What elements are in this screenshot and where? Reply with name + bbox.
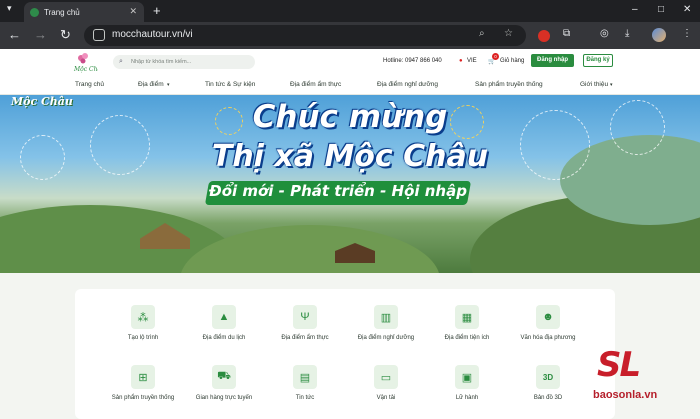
people-icon: ☻ [536, 305, 560, 329]
service-utility-places[interactable]: ▦ Địa điểm tiện ích [432, 305, 502, 342]
service-travel[interactable]: ▣ Lữ hành [432, 365, 502, 402]
new-tab-button[interactable]: + [153, 3, 161, 18]
minimize-icon[interactable]: – [632, 4, 638, 15]
banner-title-line1: Chúc mừng [252, 99, 448, 135]
service-label: Sản phẩm truyền thống [111, 395, 175, 401]
service-create-route[interactable]: ⁂ Tạo lộ trình [108, 305, 178, 342]
profile-avatar[interactable] [652, 28, 666, 42]
download-icon[interactable]: ⤓ [625, 28, 629, 39]
search-icon: ⌕ [119, 58, 123, 65]
travel-icon: ▣ [455, 365, 479, 389]
back-icon[interactable]: ← [8, 28, 21, 42]
building-icon: ▦ [455, 305, 479, 329]
browser-toolbar: ← → ↻ mocchautour.vn/vi ⌕ ☆ ⧉ ◎ ⤓ ⋮ [0, 22, 700, 49]
extensions-puzzle-icon[interactable]: ⧉ [563, 28, 570, 39]
register-button[interactable]: Đăng ký [583, 54, 613, 67]
zoom-search-icon[interactable]: ⌕ [479, 28, 485, 39]
service-label: Bản đồ 3D [533, 395, 563, 401]
hero-banner[interactable]: Mộc Châu Chúc mừng Thị xã Mộc Châu Đổi m… [0, 95, 700, 273]
services-card: ⁂ Tạo lộ trình ▲ Địa điểm du lịch Ψ Địa … [75, 289, 615, 419]
address-bar[interactable]: mocchautour.vn/vi ⌕ ☆ [84, 25, 526, 46]
cart-icon: ⛟ [212, 365, 236, 389]
svg-text:Mộc Châu: Mộc Châu [73, 66, 98, 73]
site-header: Mộc Châu ⌕ Nhập từ khóa tìm kiếm... Hotl… [0, 49, 700, 95]
map-3d-icon: 3D [536, 365, 560, 389]
close-tab-icon[interactable]: ✕ [129, 6, 137, 17]
bus-icon: ▭ [374, 365, 398, 389]
site-favicon [30, 7, 39, 17]
vietnam-flag-icon: ● [459, 58, 463, 64]
browser-tab[interactable]: Trang chủ ✕ [24, 2, 144, 22]
url-text[interactable]: mocchautour.vn/vi [112, 29, 193, 40]
service-label: Địa điểm ẩm thực [281, 335, 329, 341]
service-label: Gian hàng trực tuyến [195, 395, 253, 401]
service-resort-places[interactable]: ▥ Địa điểm nghỉ dưỡng [351, 305, 421, 342]
watermark-logo: SL [597, 345, 641, 385]
service-label: Địa điểm nghỉ dưỡng [357, 335, 415, 341]
nav-item-products[interactable]: Sản phẩm truyền thống [475, 81, 543, 88]
service-online-store[interactable]: ⛟ Gian hàng trực tuyến [189, 365, 259, 402]
banner-slogan: Đổi mới - Phát triển - Hội nhập [209, 182, 467, 200]
news-icon: ▤ [293, 365, 317, 389]
search-placeholder: Nhập từ khóa tìm kiếm... [131, 59, 192, 65]
nav-item-food[interactable]: Địa điểm ẩm thực [290, 81, 341, 88]
tab-search-icon[interactable]: ▾ [7, 3, 12, 14]
close-window-icon[interactable]: ✕ [683, 4, 691, 15]
service-tourist-places[interactable]: ▲ Địa điểm du lịch [189, 305, 259, 342]
service-label: Tin tức [295, 395, 315, 401]
moc-chau-logo[interactable]: Mộc Châu [72, 52, 98, 74]
browser-tab-strip: ▾ Trang chủ ✕ + – □ ✕ [0, 0, 700, 22]
extension-icon[interactable]: ◎ [600, 28, 609, 39]
nav-item-news[interactable]: Tin tức & Sự kiện [205, 81, 255, 88]
banner-title-line2: Thị xã Mộc Châu [211, 139, 489, 174]
reload-icon[interactable]: ↻ [60, 28, 71, 42]
extension-red-icon[interactable] [538, 30, 550, 42]
bookmark-star-icon[interactable]: ☆ [504, 28, 513, 39]
search-input[interactable]: ⌕ Nhập từ khóa tìm kiếm... [113, 55, 255, 69]
browser-menu-icon[interactable]: ⋮ [682, 28, 692, 39]
maximize-icon[interactable]: □ [658, 4, 664, 15]
chevron-down-icon: ▾ [167, 82, 170, 88]
service-label: Vận tải [376, 395, 396, 401]
service-local-culture[interactable]: ☻ Văn hóa địa phương [513, 305, 583, 342]
service-label: Địa điểm du lịch [202, 335, 246, 341]
language-select[interactable]: VIE [467, 58, 477, 64]
service-news[interactable]: ▤ Tin tức [270, 365, 340, 402]
service-3d-map[interactable]: 3D Bản đồ 3D [513, 365, 583, 402]
tab-title: Trang chủ [44, 7, 80, 17]
food-icon: Ψ [293, 305, 317, 329]
nav-item-resorts[interactable]: Địa điểm nghỉ dưỡng [377, 81, 438, 88]
hotel-icon: ▥ [374, 305, 398, 329]
service-label: Lữ hành [455, 395, 479, 401]
service-label: Văn hóa địa phương [520, 335, 576, 341]
route-icon: ⁂ [131, 305, 155, 329]
cart-label[interactable]: Giỏ hàng [500, 58, 524, 64]
service-label: Địa điểm tiện ích [444, 335, 490, 341]
nav-item-about[interactable]: Giới thiệu [580, 81, 608, 88]
cart-count-badge: 0 [492, 53, 499, 60]
forward-icon[interactable]: → [34, 28, 47, 42]
landscape-icon: ▲ [212, 305, 236, 329]
login-button[interactable]: Đăng nhập [531, 54, 574, 67]
hotline-text[interactable]: Hotline: 0947 866 040 [383, 58, 442, 64]
service-traditional-products[interactable]: ⊞ Sản phẩm truyền thống [108, 365, 178, 402]
watermark-text: baosonla.vn [593, 389, 658, 401]
service-food-places[interactable]: Ψ Địa điểm ẩm thực [270, 305, 340, 342]
site-info-icon[interactable] [93, 29, 105, 41]
service-label: Tạo lộ trình [127, 335, 159, 341]
basket-icon: ⊞ [131, 365, 155, 389]
baosonla-watermark: SL baosonla.vn [585, 345, 695, 407]
hill-center [180, 225, 440, 273]
nav-item-places[interactable]: Địa điểm [138, 81, 164, 88]
chevron-down-icon: ▾ [610, 82, 613, 88]
nav-item-home[interactable]: Trang chủ [75, 81, 104, 88]
service-transport[interactable]: ▭ Vận tải [351, 365, 421, 402]
